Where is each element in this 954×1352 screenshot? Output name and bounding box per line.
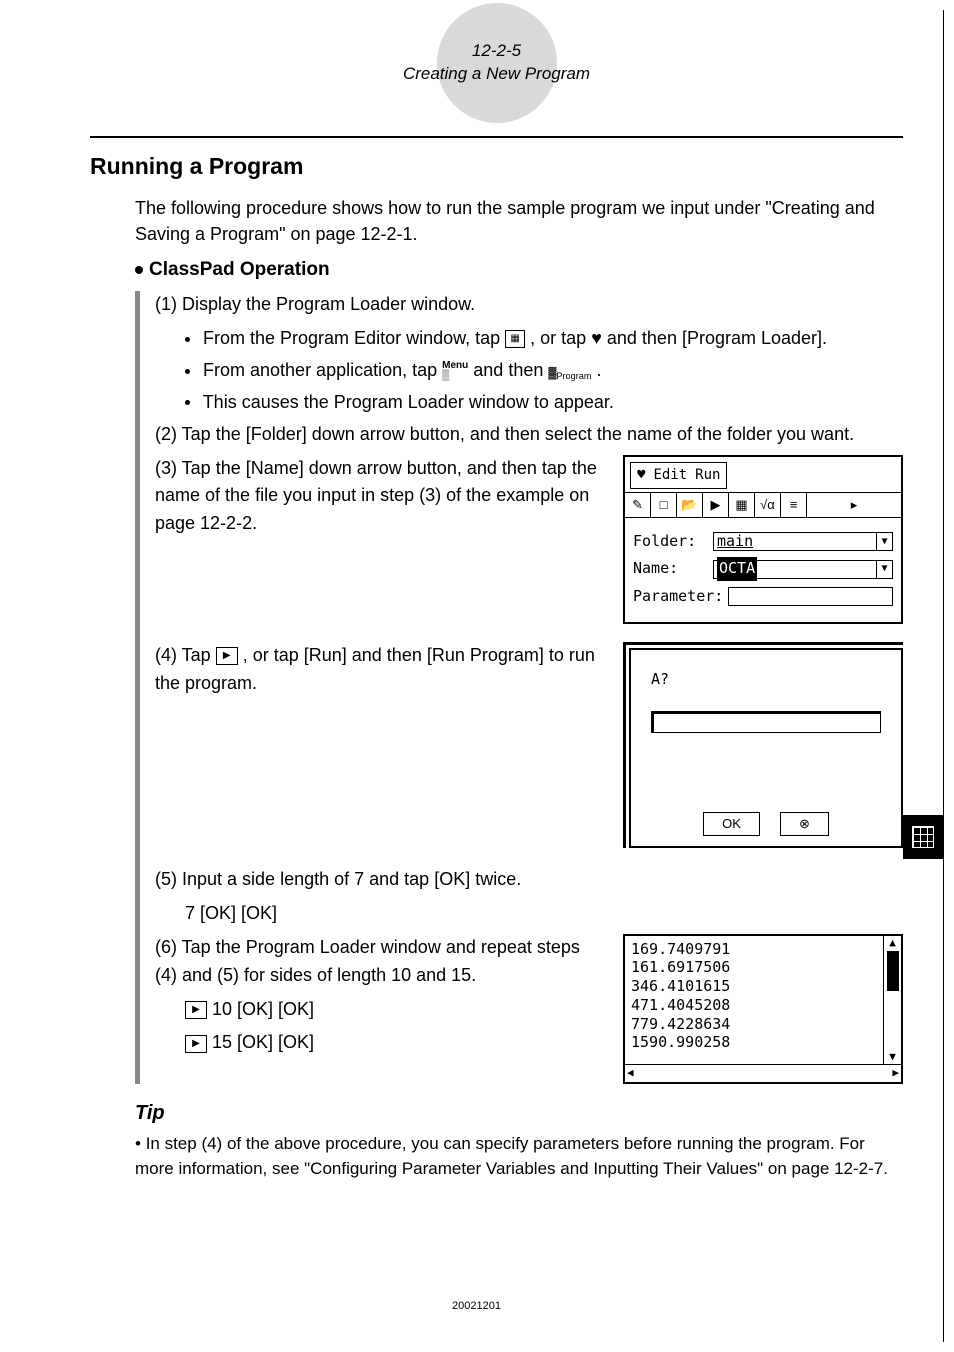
output-line: 471.4045208 <box>631 996 895 1015</box>
program-icon: ▓Program <box>548 367 591 379</box>
step-6: (6) Tap the Program Loader window and re… <box>155 934 603 990</box>
chevron-down-icon[interactable]: ▼ <box>876 533 892 550</box>
dialog-prompt: A? <box>651 668 891 691</box>
steps-block: (1) Display the Program Loader window. F… <box>135 291 903 1084</box>
heart-icon: ♥ <box>591 328 602 348</box>
vertical-scrollbar[interactable]: ▲ ▼ <box>883 936 901 1064</box>
bullet-icon <box>135 266 143 274</box>
scroll-down-icon[interactable]: ▼ <box>889 1050 896 1064</box>
scroll-up-icon[interactable]: ▲ <box>889 936 896 950</box>
intro-paragraph: The following procedure shows how to run… <box>135 195 903 247</box>
run-icon: ▶ <box>185 1001 207 1019</box>
scroll-right-icon[interactable]: ▶ <box>892 1066 899 1080</box>
grid-icon <box>912 826 934 848</box>
loader-menu-heart[interactable]: ♥ <box>637 465 645 487</box>
cancel-button[interactable]: ⊗ <box>780 812 829 836</box>
run-icon: ▶ <box>216 647 238 665</box>
step-2: (2) Tap the [Folder] down arrow button, … <box>155 421 903 449</box>
tip-heading: Tip <box>135 1102 903 1125</box>
output-line: 1590.990258 <box>631 1033 895 1052</box>
toolbar-edit-icon[interactable]: ✎ <box>625 493 651 517</box>
name-dropdown[interactable]: OCTA ▼ <box>713 560 893 579</box>
step-1b-mid: and then <box>473 360 548 380</box>
menu-icon: Menu▒ <box>442 361 468 381</box>
page-number: 12-2-5 <box>367 40 627 63</box>
page-subtitle: Creating a New Program <box>367 63 627 86</box>
step-1: (1) Display the Program Loader window. <box>155 291 903 319</box>
step-5: (5) Input a side length of 7 and tap [OK… <box>155 866 903 894</box>
scroll-thumb[interactable] <box>887 951 899 991</box>
step-3: (3) Tap the [Name] down arrow button, an… <box>155 455 603 539</box>
step-1a-pre: From the Program Editor window, tap <box>203 328 505 348</box>
loader-toolbar: ✎ □ 📂 ▶ ▦ √α ≡ ▸ <box>625 493 901 518</box>
horizontal-scrollbar[interactable]: ◀ ▶ <box>625 1064 901 1082</box>
toolbar-list-icon[interactable]: ≡ <box>781 493 807 517</box>
section-heading: Running a Program <box>90 153 903 180</box>
operation-heading: ClassPad Operation <box>135 259 903 281</box>
output-line: 161.6917506 <box>631 958 895 977</box>
parameter-input[interactable] <box>728 587 893 606</box>
footer-number: 20021201 <box>10 1300 943 1312</box>
loader-menu-edit[interactable]: Edit <box>653 465 687 487</box>
page-header: 12-2-5 Creating a New Program <box>367 40 627 86</box>
output-line: 779.4228634 <box>631 1015 895 1034</box>
dialog-input[interactable] <box>651 711 881 733</box>
step-1b: From another application, tap Menu▒ and … <box>185 357 903 385</box>
window-icon: ▦ <box>505 330 525 348</box>
step-1a-mid: , or tap <box>530 328 591 348</box>
step-6a: ▶ 10 [OK] [OK] <box>185 996 603 1024</box>
step-6b: ▶ 15 [OK] [OK] <box>185 1029 603 1057</box>
bullet-icon <box>185 400 190 405</box>
toolbar-window-icon[interactable]: ▦ <box>729 493 755 517</box>
step-4: (4) Tap ▶ , or tap [Run] and then [Run P… <box>155 642 603 698</box>
parameter-label: Parameter: <box>633 585 728 608</box>
bullet-icon <box>185 369 190 374</box>
scroll-left-icon[interactable]: ◀ <box>627 1066 634 1080</box>
step-1b-post: . <box>597 360 602 380</box>
step-1a-post: and then [Program Loader]. <box>607 328 827 348</box>
tip-body: • In step (4) of the above procedure, yo… <box>135 1131 903 1182</box>
toolbar-run-icon[interactable]: ▶ <box>703 493 729 517</box>
loader-menu: ♥ Edit Run <box>630 462 727 490</box>
side-tab-icon[interactable] <box>903 815 943 859</box>
screenshot-output: 169.7409791 161.6917506 346.4101615 471.… <box>623 934 903 1084</box>
step-1b-pre: From another application, tap <box>203 360 442 380</box>
run-icon: ▶ <box>185 1035 207 1053</box>
toolbar-more-icon[interactable]: ▸ <box>807 493 901 517</box>
chevron-down-icon[interactable]: ▼ <box>876 561 892 578</box>
step-1a: From the Program Editor window, tap ▦ , … <box>185 325 903 353</box>
loader-menu-run[interactable]: Run <box>695 465 720 487</box>
step-5-input: 7 [OK] [OK] <box>185 900 903 928</box>
folder-dropdown[interactable]: main ▼ <box>713 532 893 551</box>
section-divider <box>90 136 903 138</box>
toolbar-math-icon[interactable]: √α <box>755 493 781 517</box>
ok-button[interactable]: OK <box>703 812 760 836</box>
folder-label: Folder: <box>633 530 713 553</box>
output-line: 169.7409791 <box>631 940 895 959</box>
toolbar-new-icon[interactable]: □ <box>651 493 677 517</box>
step-1c: This causes the Program Loader window to… <box>185 389 903 417</box>
screenshot-loader: ♥ Edit Run ✎ □ 📂 ▶ ▦ √α ≡ <box>623 455 903 624</box>
name-label: Name: <box>633 557 713 580</box>
bullet-icon <box>185 337 190 342</box>
screenshot-dialog: A? OK ⊗ <box>629 648 903 848</box>
toolbar-open-icon[interactable]: 📂 <box>677 493 703 517</box>
operation-heading-text: ClassPad Operation <box>149 259 330 281</box>
output-line: 346.4101615 <box>631 977 895 996</box>
